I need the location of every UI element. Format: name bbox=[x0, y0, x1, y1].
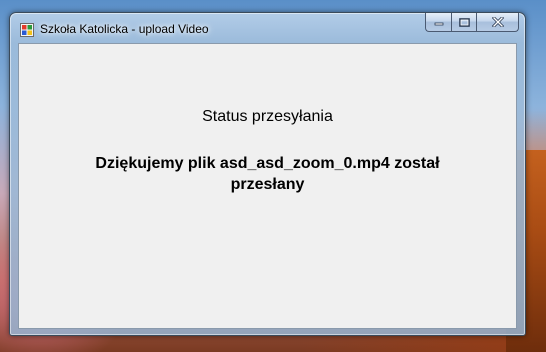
window-controls bbox=[425, 13, 519, 33]
close-button[interactable] bbox=[476, 13, 519, 32]
upload-success-message: Dziękujemy plik asd_asd_zoom_0.mp4 zosta… bbox=[95, 155, 440, 193]
window-title: Szkoła Katolicka - upload Video bbox=[40, 22, 209, 36]
minimize-icon bbox=[434, 22, 443, 26]
maximize-icon bbox=[458, 17, 470, 27]
title-bar[interactable]: Szkoła Katolicka - upload Video bbox=[10, 13, 525, 43]
close-icon bbox=[491, 17, 504, 27]
status-heading: Status przesyłania bbox=[202, 108, 333, 125]
maximize-button[interactable] bbox=[451, 13, 476, 32]
upload-video-window: Szkoła Katolicka - upload Video Status p… bbox=[9, 12, 526, 336]
minimize-button[interactable] bbox=[425, 13, 451, 32]
application-icon[interactable] bbox=[20, 23, 34, 37]
client-area: Status przesyłania Dziękujemy plik asd_a… bbox=[18, 43, 517, 329]
